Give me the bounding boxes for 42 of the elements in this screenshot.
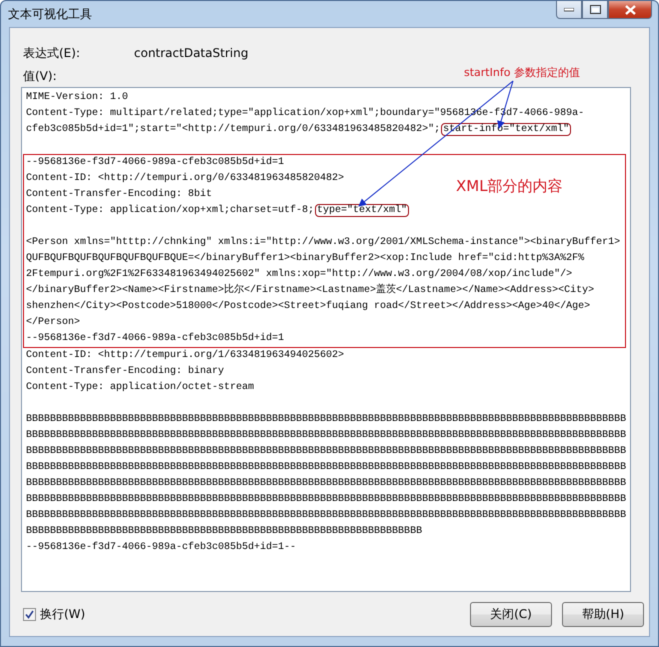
text-line: --9568136e-f3d7-4066-989a-cfeb3c085b5d+id=1-- xyxy=(26,540,296,555)
annotation-text: startInfo 参数指定的值 xyxy=(464,65,580,80)
text-area[interactable] xyxy=(21,87,631,592)
text-line: </Person> xyxy=(26,316,80,330)
text-line: BBBBBBBBBBBBBBBBBBBBBBBBBBBBBBBBBBBBBBBBBBBBBBBBBBBBBBBBBBBBBBBBBBBBBBBBBBBBBBBBBBBBBBBBBBBBBBBBBBBB xyxy=(26,493,626,507)
text-line: Content-ID: <http://tempuri.org/0/633481963485820482> xyxy=(26,172,344,186)
close-button[interactable] xyxy=(608,1,652,19)
check-icon xyxy=(25,610,34,618)
text-line: BBBBBBBBBBBBBBBBBBBBBBBBBBBBBBBBBBBBBBBBBBBBBBBBBBBBBBBBBBBBBBBBBBBBBBBBBBBBBBBBBBBBBBBBBBBBBBBBBBBB xyxy=(26,413,626,427)
text-line: Content-Type: application/octet-stream xyxy=(26,380,254,395)
text-line: BBBBBBBBBBBBBBBBBBBBBBBBBBBBBBBBBBBBBBBBBBBBBBBBBBBBBBBBBBBBBBBBBBBBBBBBBBBBBBBBBBBBBBBBBBBBBBBBBBBB xyxy=(26,509,626,523)
text-line: <Person xmlns="htttp://chnking" xmlns:i="http://www.w3.org/2001/XMLSchema-instance"><binaryBuffer1> xyxy=(26,236,620,250)
minimize-button[interactable] xyxy=(556,1,582,19)
maximize-button[interactable] xyxy=(582,1,608,19)
maximize-icon xyxy=(590,5,600,14)
text-line: 2Ftempuri.org%2F1%2F633481963494025602" xmlns:xop="http://www.w3.org/2004/08/xop/include"/> xyxy=(26,268,572,282)
text-line: BBBBBBBBBBBBBBBBBBBBBBBBBBBBBBBBBBBBBBBBBBBBBBBBBBBBBBBBBBBBBBBBBB xyxy=(26,525,422,539)
field-label: 表达式(E): xyxy=(22,44,81,62)
close-icon xyxy=(624,4,636,14)
text-line: Content-Transfer-Encoding: 8bit xyxy=(26,188,212,202)
text-line: QUFBQUFBQUFBQUFBQUFBQUFBQUE=</binaryBuffer1><binaryBuffer2><xop:Include href="cid:http%3A%2F% xyxy=(26,252,584,266)
dialog-button[interactable]: 关闭(C) xyxy=(470,602,552,626)
expression-value: contractDataString xyxy=(134,46,248,60)
text-line: Content-ID: <http://tempuri.org/1/633481963494025602> xyxy=(26,348,344,363)
text-line: Content-Transfer-Encoding: binary xyxy=(26,364,224,379)
text-line: BBBBBBBBBBBBBBBBBBBBBBBBBBBBBBBBBBBBBBBBBBBBBBBBBBBBBBBBBBBBBBBBBBBBBBBBBBBBBBBBBBBBBBBBBBBBBBBBBBBB xyxy=(26,477,626,491)
text-line: --9568136e-f3d7-4066-989a-cfeb3c085b5d+id=1 xyxy=(26,156,284,170)
window-title: 文本可视化工具 xyxy=(8,6,92,23)
text-line: shenzhen</City><Postcode>518000</Postcode><Street>fuqiang road</Street></Address><Age>40</Age> xyxy=(26,300,590,314)
text-line: Content-Type: application/xop+xml;charset=utf-8; type="text/xml" xyxy=(26,203,410,219)
dialog-button[interactable]: 帮助(H) xyxy=(562,602,644,626)
minimize-icon xyxy=(564,8,574,12)
wrap-checkbox[interactable] xyxy=(23,608,36,620)
field-label: 值(V): xyxy=(23,68,57,85)
section-annotation: XML部分的内容 xyxy=(456,177,563,196)
text-line: MIME-Version: 1.0 xyxy=(26,90,128,105)
checkbox-label: 换行(W) xyxy=(40,606,86,622)
text-line: BBBBBBBBBBBBBBBBBBBBBBBBBBBBBBBBBBBBBBBBBBBBBBBBBBBBBBBBBBBBBBBBBBBBBBBBBBBBBBBBBBBBBBBBBBBBBBBBBBBB xyxy=(26,461,626,475)
text-line: </binaryBuffer2><Name><Firstname>比尔</Firstname><Lastname>盖茨</Lastname></Name><Address><City> xyxy=(26,283,594,298)
text-line: --9568136e-f3d7-4066-989a-cfeb3c085b5d+id=1 xyxy=(26,332,284,346)
text-line: BBBBBBBBBBBBBBBBBBBBBBBBBBBBBBBBBBBBBBBBBBBBBBBBBBBBBBBBBBBBBBBBBBBBBBBBBBBBBBBBBBBBBBBBBBBBBBBBBBBB xyxy=(26,445,626,459)
text-line: BBBBBBBBBBBBBBBBBBBBBBBBBBBBBBBBBBBBBBBBBBBBBBBBBBBBBBBBBBBBBBBBBBBBBBBBBBBBBBBBBBBBBBBBBBBBBBBBBBBB xyxy=(26,429,626,443)
